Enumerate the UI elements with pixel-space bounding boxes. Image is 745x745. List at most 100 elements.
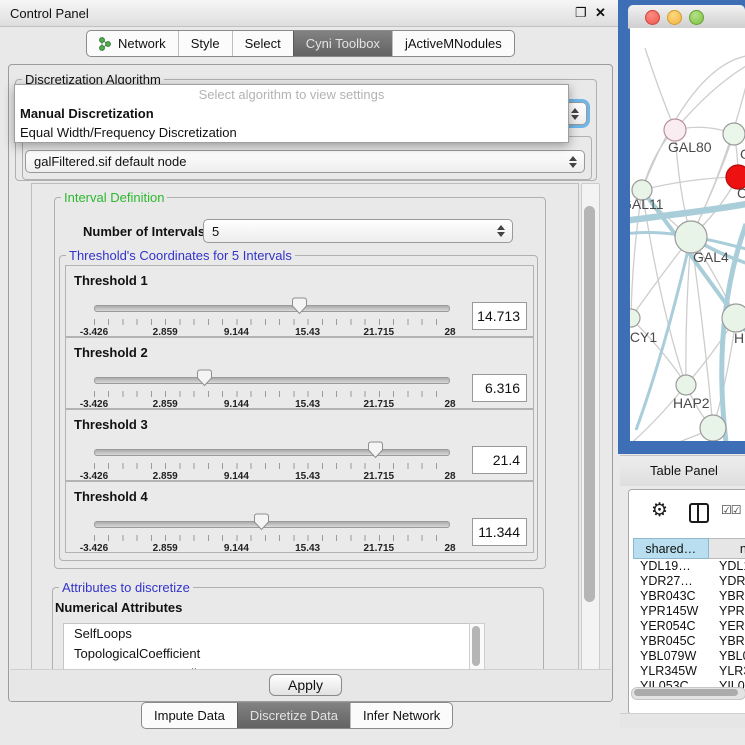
threshold-1-slider[interactable]: -3.4262.8599.14415.4321.71528: [94, 300, 450, 336]
cell-shared-name[interactable]: YBR045C: [633, 634, 708, 649]
algorithm-dropdown-popup: Select algorithm to view settings Manual…: [14, 84, 569, 143]
slider-track[interactable]: [94, 521, 450, 528]
network-node[interactable]: [664, 119, 686, 141]
split-columns-icon[interactable]: [689, 503, 709, 523]
threshold-3-slider[interactable]: -3.4262.8599.14415.4321.71528: [94, 444, 450, 480]
cell-shared-name[interactable]: YBL079W: [633, 649, 708, 664]
settings-scrollbar[interactable]: [581, 183, 600, 671]
threshold-4-valuebox[interactable]: 11.344: [472, 518, 527, 546]
network-edge[interactable]: [645, 48, 675, 130]
table-row[interactable]: YBL079WYBL0: [633, 649, 745, 664]
interval-definition-group: Interval Definition Number of Intervals …: [54, 197, 546, 569]
network-graph[interactable]: GAL80GCGAL11GAL4GCY1HHAP2: [630, 28, 745, 441]
cell-shared-name[interactable]: YER054C: [633, 619, 708, 634]
network-node[interactable]: [630, 309, 640, 327]
network-window-frame: GAL80GCGAL11GAL4GCY1HHAP2: [618, 0, 745, 454]
tab-select[interactable]: Select: [232, 31, 293, 56]
algorithm-placeholder-option[interactable]: Select algorithm to view settings: [15, 85, 568, 104]
number-of-intervals-combobox[interactable]: 5: [203, 219, 513, 243]
cell-name[interactable]: YDR2: [708, 574, 745, 589]
close-traffic-icon[interactable]: [645, 10, 660, 25]
slider-track[interactable]: [94, 449, 450, 456]
cell-name[interactable]: YPR1: [708, 604, 745, 619]
slider-thumb[interactable]: [367, 441, 384, 459]
cell-shared-name[interactable]: YDL19…: [633, 559, 708, 574]
tab-network[interactable]: Network: [87, 31, 178, 56]
tick-label: 15.43: [295, 543, 320, 554]
network-node[interactable]: [700, 415, 726, 441]
network-node-label: G: [740, 146, 745, 162]
network-edge[interactable]: [642, 177, 738, 190]
attribute-item[interactable]: TopologicalCoefficient: [64, 644, 470, 664]
threshold-2-slider[interactable]: -3.4262.8599.14415.4321.71528: [94, 372, 450, 408]
slider-track[interactable]: [94, 305, 450, 312]
table-row[interactable]: YER054CYER0: [633, 619, 745, 634]
table-row[interactable]: YBR045CYBR0: [633, 634, 745, 649]
settings-scrollbar-thumb[interactable]: [584, 206, 595, 602]
close-window-icon[interactable]: ✕: [595, 5, 606, 21]
network-node[interactable]: [676, 375, 696, 395]
cell-shared-name[interactable]: YPR145W: [633, 604, 708, 619]
select-columns-icon[interactable]: ☑☑: [721, 503, 741, 517]
network-edge[interactable]: [630, 385, 686, 441]
cell-name[interactable]: YBR0: [708, 634, 745, 649]
network-canvas[interactable]: GAL80GCGAL11GAL4GCY1HHAP2: [630, 28, 745, 441]
cell-name[interactable]: YDL1: [708, 559, 745, 574]
table-row[interactable]: YDL19…YDL1: [633, 559, 745, 574]
zoom-traffic-icon[interactable]: [689, 10, 704, 25]
table-row[interactable]: YDR27…YDR2: [633, 574, 745, 589]
tab-infer-network[interactable]: Infer Network: [350, 703, 452, 728]
table-hscrollbar-thumb[interactable]: [634, 689, 738, 696]
gear-icon[interactable]: ⚙: [651, 499, 668, 522]
threshold-3-valuebox[interactable]: 21.4: [472, 446, 527, 474]
algorithm-option-manual[interactable]: Manual Discretization: [15, 104, 568, 123]
cell-shared-name[interactable]: YLR345W: [633, 664, 708, 679]
threshold-2-valuebox[interactable]: 6.316: [472, 374, 527, 402]
tab-jactivemnodules[interactable]: jActiveMNodules: [392, 31, 514, 56]
apply-button[interactable]: Apply: [269, 674, 342, 696]
attributes-list-scrollbar[interactable]: [469, 623, 485, 673]
cell-name[interactable]: YLR3: [708, 664, 745, 679]
slider-track[interactable]: [94, 377, 450, 384]
threshold-1-valuebox[interactable]: 14.713: [472, 302, 527, 330]
slider-thumb[interactable]: [253, 513, 270, 531]
table-panel-header: Table Panel: [620, 455, 745, 486]
network-node[interactable]: [722, 304, 745, 332]
slider-thumb[interactable]: [196, 369, 213, 387]
tab-style[interactable]: Style: [178, 31, 232, 56]
combo-stepper-icon: [497, 225, 505, 237]
algorithm-option-equal-width[interactable]: Equal Width/Frequency Discretization: [15, 123, 568, 142]
table-row[interactable]: YPR145WYPR1: [633, 604, 745, 619]
tick-label: 9.144: [224, 543, 249, 554]
table-data-combobox[interactable]: galFiltered.sif default node: [25, 150, 585, 173]
cell-shared-name[interactable]: YDR27…: [633, 574, 708, 589]
float-window-icon[interactable]: ❐: [575, 5, 587, 21]
column-header-shared-name[interactable]: shared…: [633, 538, 709, 559]
attribute-item[interactable]: SelfLoops: [64, 624, 470, 644]
slider-thumb[interactable]: [291, 297, 308, 315]
tab-discretize-data[interactable]: Discretize Data: [237, 703, 350, 728]
numerical-attributes-label: Numerical Attributes: [55, 600, 182, 615]
combo-stepper-icon: [571, 108, 579, 120]
table-row[interactable]: YLR345WYLR3: [633, 664, 745, 679]
threshold-2-label: Threshold 2: [74, 345, 148, 360]
tab-cyni-toolbox[interactable]: Cyni Toolbox: [293, 31, 392, 56]
table-hscrollbar[interactable]: [631, 687, 745, 700]
table-row[interactable]: YBR043CYBR0: [633, 589, 745, 604]
tab-impute-data[interactable]: Impute Data: [142, 703, 237, 728]
tick-label: 28: [444, 543, 455, 554]
network-node-label: HAP2: [673, 395, 710, 411]
numerical-attributes-list[interactable]: SelfLoopsTopologicalCoefficientBetweenne…: [63, 623, 471, 673]
cell-name[interactable]: YBL0: [708, 649, 745, 664]
cell-name[interactable]: YBR0: [708, 589, 745, 604]
threshold-4-slider[interactable]: -3.4262.8599.14415.4321.71528: [94, 516, 450, 552]
network-node[interactable]: [723, 123, 745, 145]
minimize-traffic-icon[interactable]: [667, 10, 682, 25]
column-header-name[interactable]: na: [709, 538, 745, 559]
tick-label: -3.426: [80, 543, 108, 554]
cell-shared-name[interactable]: YBR043C: [633, 589, 708, 604]
cell-name[interactable]: YER0: [708, 619, 745, 634]
control-panel-title: Control Panel: [10, 6, 89, 21]
control-panel-titlebar: Control Panel ❐ ✕: [0, 0, 618, 27]
slider-ticks: [94, 463, 450, 469]
